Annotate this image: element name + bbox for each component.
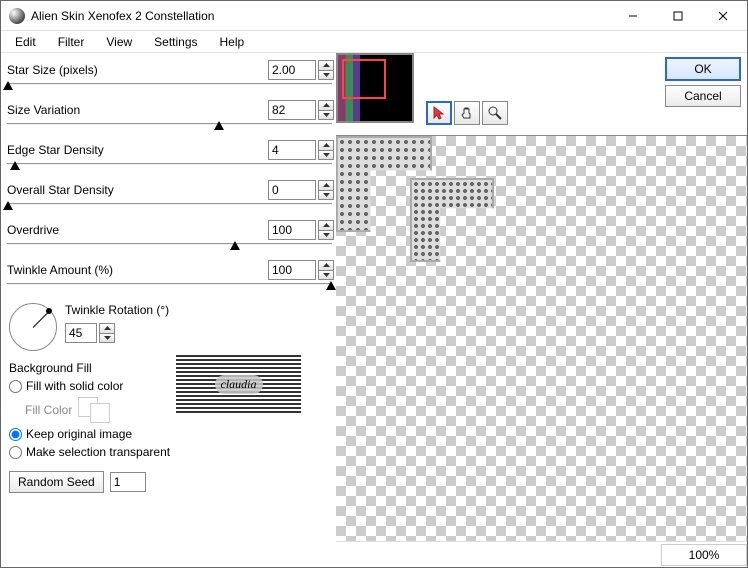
close-button[interactable] bbox=[700, 2, 745, 30]
size-variation-input[interactable] bbox=[268, 100, 316, 120]
overall-density-label: Overall Star Density bbox=[5, 183, 268, 197]
star-size-input[interactable] bbox=[268, 60, 316, 80]
twinkle-rotation-dial[interactable] bbox=[9, 303, 57, 351]
twinkle-rotation-up-button[interactable] bbox=[99, 323, 115, 333]
app-window: Alien Skin Xenofex 2 Constellation Edit … bbox=[0, 0, 748, 568]
overdrive-row: Overdrive bbox=[5, 219, 334, 253]
fill-color-swatch-back[interactable] bbox=[90, 403, 110, 423]
menu-settings[interactable]: Settings bbox=[144, 33, 207, 51]
content-area: Star Size (pixels) Size Variation bbox=[1, 53, 747, 567]
dialog-buttons: OK Cancel bbox=[665, 57, 741, 107]
size-variation-up-button[interactable] bbox=[318, 100, 334, 110]
watermark-text: claudia bbox=[215, 375, 263, 394]
watermark-logo: claudia bbox=[176, 355, 301, 413]
edge-density-slider[interactable] bbox=[5, 161, 334, 173]
app-icon bbox=[9, 8, 25, 24]
twinkle-rotation-input[interactable] bbox=[65, 323, 97, 343]
menu-view[interactable]: View bbox=[96, 33, 142, 51]
window-title: Alien Skin Xenofex 2 Constellation bbox=[31, 9, 610, 23]
fill-color-label: Fill Color bbox=[25, 403, 72, 417]
edge-density-label: Edge Star Density bbox=[5, 143, 268, 157]
twinkle-rotation-spinner bbox=[99, 323, 115, 343]
twinkle-rotation-row: Twinkle Rotation (°) bbox=[5, 303, 334, 351]
overdrive-down-button[interactable] bbox=[318, 230, 334, 241]
star-size-down-button[interactable] bbox=[318, 70, 334, 81]
ok-button[interactable]: OK bbox=[665, 57, 741, 81]
star-size-label: Star Size (pixels) bbox=[5, 63, 268, 77]
menu-filter[interactable]: Filter bbox=[48, 33, 95, 51]
overdrive-spinner bbox=[318, 220, 334, 240]
overdrive-label: Overdrive bbox=[5, 223, 268, 237]
menubar: Edit Filter View Settings Help bbox=[1, 31, 747, 53]
hand-icon bbox=[459, 105, 475, 121]
zoom-tool-button[interactable] bbox=[482, 101, 508, 125]
preview-tools bbox=[426, 101, 508, 125]
titlebar: Alien Skin Xenofex 2 Constellation bbox=[1, 1, 747, 31]
minimize-button[interactable] bbox=[610, 2, 655, 30]
twinkle-amount-slider[interactable] bbox=[5, 281, 334, 293]
star-size-row: Star Size (pixels) bbox=[5, 59, 334, 93]
move-tool-button[interactable] bbox=[426, 101, 452, 125]
zoom-level[interactable]: 100% bbox=[661, 544, 747, 566]
star-size-spinner bbox=[318, 60, 334, 80]
hand-tool-button[interactable] bbox=[454, 101, 480, 125]
twinkle-amount-spinner bbox=[318, 260, 334, 280]
twinkle-rotation-down-button[interactable] bbox=[99, 333, 115, 344]
cancel-button[interactable]: Cancel bbox=[665, 85, 741, 107]
menu-help[interactable]: Help bbox=[210, 33, 255, 51]
star-size-up-button[interactable] bbox=[318, 60, 334, 70]
keep-original-radio-row[interactable]: Keep original image bbox=[9, 427, 334, 441]
edge-density-row: Edge Star Density bbox=[5, 139, 334, 173]
menu-edit[interactable]: Edit bbox=[5, 33, 46, 51]
overall-density-input[interactable] bbox=[268, 180, 316, 200]
overall-density-slider[interactable] bbox=[5, 201, 334, 213]
twinkle-amount-label: Twinkle Amount (%) bbox=[5, 263, 268, 277]
keep-original-radio[interactable] bbox=[9, 428, 22, 441]
make-transparent-radio-row[interactable]: Make selection transparent bbox=[9, 445, 334, 459]
pointer-icon bbox=[431, 105, 447, 121]
magnifier-icon bbox=[487, 105, 503, 121]
fill-solid-label: Fill with solid color bbox=[26, 379, 123, 393]
star-size-slider[interactable] bbox=[5, 81, 334, 93]
controls-panel: Star Size (pixels) Size Variation bbox=[1, 53, 336, 567]
size-variation-row: Size Variation bbox=[5, 99, 334, 133]
make-transparent-radio[interactable] bbox=[9, 446, 22, 459]
overdrive-up-button[interactable] bbox=[318, 220, 334, 230]
overall-density-up-button[interactable] bbox=[318, 180, 334, 190]
preview-canvas[interactable] bbox=[336, 135, 747, 541]
size-variation-down-button[interactable] bbox=[318, 110, 334, 121]
random-seed-row: Random Seed bbox=[5, 471, 334, 493]
fill-color-swatches[interactable] bbox=[78, 397, 112, 423]
edge-density-input[interactable] bbox=[268, 140, 316, 160]
overdrive-slider[interactable] bbox=[5, 241, 334, 253]
twinkle-amount-input[interactable] bbox=[268, 260, 316, 280]
maximize-button[interactable] bbox=[655, 2, 700, 30]
fill-solid-radio[interactable] bbox=[9, 380, 22, 393]
navigator-thumbnail[interactable] bbox=[336, 53, 414, 123]
edge-density-up-button[interactable] bbox=[318, 140, 334, 150]
size-variation-spinner bbox=[318, 100, 334, 120]
make-transparent-label: Make selection transparent bbox=[26, 445, 170, 459]
keep-original-label: Keep original image bbox=[26, 427, 132, 441]
size-variation-slider[interactable] bbox=[5, 121, 334, 133]
preview-panel: OK Cancel bbox=[336, 53, 747, 567]
size-variation-label: Size Variation bbox=[5, 103, 268, 117]
status-bar: 100% bbox=[336, 541, 747, 567]
twinkle-rotation-label: Twinkle Rotation (°) bbox=[65, 303, 169, 317]
twinkle-amount-up-button[interactable] bbox=[318, 260, 334, 270]
overall-density-spinner bbox=[318, 180, 334, 200]
edge-density-down-button[interactable] bbox=[318, 150, 334, 161]
random-seed-input[interactable] bbox=[110, 472, 146, 492]
overall-density-down-button[interactable] bbox=[318, 190, 334, 201]
overall-density-row: Overall Star Density bbox=[5, 179, 334, 213]
preview-shape-2 bbox=[410, 178, 494, 262]
navigator-selection[interactable] bbox=[342, 59, 386, 99]
twinkle-amount-down-button[interactable] bbox=[318, 270, 334, 281]
twinkle-amount-row: Twinkle Amount (%) bbox=[5, 259, 334, 293]
overdrive-input[interactable] bbox=[268, 220, 316, 240]
random-seed-button[interactable]: Random Seed bbox=[9, 471, 104, 493]
edge-density-spinner bbox=[318, 140, 334, 160]
